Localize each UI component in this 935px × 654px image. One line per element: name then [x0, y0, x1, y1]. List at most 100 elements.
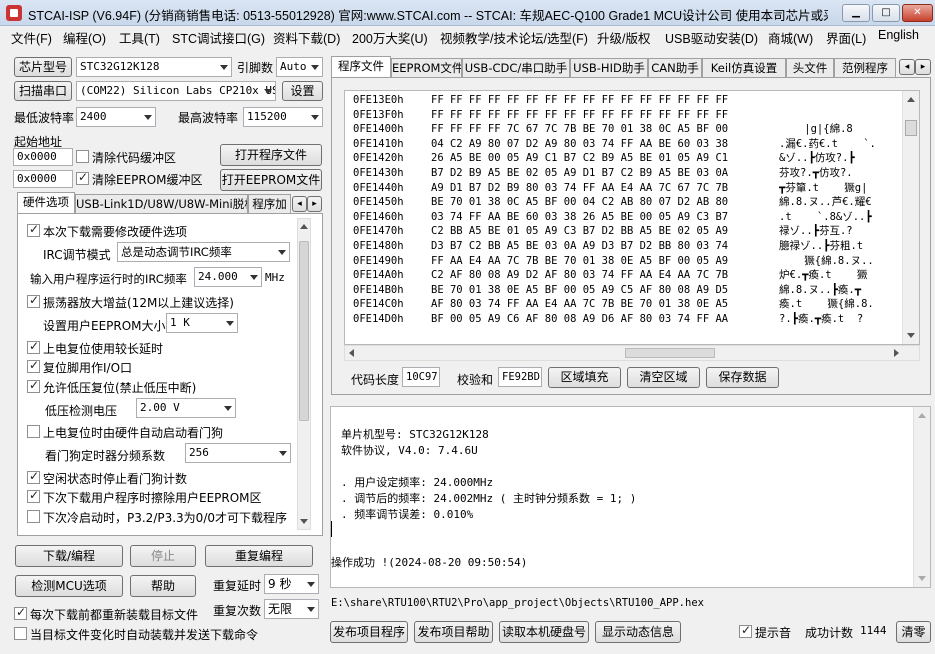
menu-prize[interactable]: 200万大奖(U) [352, 28, 428, 47]
tab-usb-link[interactable]: USB-Link1D/U8W/U8W-Mini脱机 [75, 194, 248, 214]
menu-file[interactable]: 文件(F) [11, 28, 52, 47]
open-eeprom-file-button[interactable]: 打开EEPROM文件 [220, 169, 322, 191]
oscillator-gain-checkbox[interactable] [27, 293, 40, 308]
close-button[interactable]: ✕ [902, 4, 933, 22]
scroll-down-icon[interactable] [300, 519, 308, 524]
hex-view[interactable]: 0FE13E0h FF FF FF FF FF FF FF FF FF FF FF… [344, 90, 920, 345]
modify-hardware-checkbox[interactable] [27, 222, 40, 237]
stop-button[interactable]: 停止 [130, 545, 196, 567]
settings-button[interactable]: 设置 [282, 81, 323, 101]
open-program-file-button[interactable]: 打开程序文件 [220, 144, 322, 166]
eeprom-size-value: 1 K [170, 316, 190, 329]
tab-program-file[interactable]: 程序文件 [331, 56, 391, 78]
publish-project-button[interactable]: 发布项目程序 [330, 621, 408, 643]
hex-row: 0FE13E0h FF FF FF FF FF FF FF FF FF FF FF… [353, 93, 905, 108]
menu-usb-driver[interactable]: USB驱动安装(D) [665, 28, 758, 47]
clear-region-button[interactable]: 清空区域 [627, 367, 700, 388]
tab-can[interactable]: CAN助手 [648, 58, 702, 78]
tab-usb-hid[interactable]: USB-HID助手 [570, 58, 648, 78]
hex-vertical-scrollbar[interactable] [902, 91, 919, 344]
tab-keil-emulation[interactable]: Keil仿真设置 [702, 58, 786, 78]
tab-eeprom-file[interactable]: EEPROM文件 [391, 58, 462, 78]
reload-target-checkbox[interactable] [14, 605, 27, 620]
right-tab-scroll-right-button[interactable]: ▸ [915, 59, 931, 75]
scroll-up-icon[interactable] [907, 97, 915, 102]
eeprom-size-select[interactable]: 1 K [166, 313, 238, 333]
download-program-button[interactable]: 下载/编程 [15, 545, 123, 567]
tab-usb-cdc-serial[interactable]: USB-CDC/串口助手 [462, 58, 570, 78]
hex-hscroll-thumb[interactable] [625, 348, 715, 358]
options-scroll-thumb[interactable] [299, 241, 309, 421]
chip-model-select[interactable]: STC32G12K128 [76, 57, 232, 77]
scroll-right-icon[interactable] [894, 349, 899, 357]
hex-bytes: A9 D1 B7 D2 B9 80 03 74 FF AA E4 AA 7C 6… [431, 181, 729, 194]
right-tab-scroll-left-button[interactable]: ◂ [899, 59, 915, 75]
menu-download[interactable]: 资料下载(D) [273, 28, 340, 47]
scroll-up-icon[interactable] [300, 224, 308, 229]
log-line: . 用户设定频率: 24.000MHz [341, 476, 494, 489]
menu-store[interactable]: 商城(W) [768, 28, 813, 47]
clear-count-button[interactable]: 清零 [896, 621, 931, 643]
minimize-button[interactable]: ▁ [842, 4, 870, 22]
auto-watchdog-checkbox[interactable] [27, 425, 40, 438]
scroll-down-icon[interactable] [918, 576, 926, 581]
repeat-count-select[interactable]: 无限 [264, 599, 319, 619]
clear-eeprom-checkbox[interactable] [76, 170, 89, 185]
irc-mode-select[interactable]: 总是动态调节IRC频率 [117, 242, 290, 262]
menu-program[interactable]: 编程(O) [63, 28, 106, 47]
beep-checkbox[interactable] [739, 623, 752, 638]
tab-program-encrypt[interactable]: 程序加 [248, 194, 291, 214]
min-baud-select[interactable]: 2400 [76, 107, 156, 127]
watchdog-divider-select[interactable]: 256 [185, 443, 291, 463]
menu-video[interactable]: 视频教学/技术论坛/选型(F) [440, 28, 588, 47]
log-vertical-scrollbar[interactable] [913, 407, 930, 587]
tab-example-programs[interactable]: 范例程序 [834, 58, 896, 78]
read-disk-id-button[interactable]: 读取本机硬盘号 [499, 621, 589, 643]
repeat-program-button[interactable]: 重复编程 [205, 545, 313, 567]
save-data-button[interactable]: 保存数据 [706, 367, 779, 388]
menu-english[interactable]: English [878, 28, 919, 42]
chip-model-button[interactable]: 芯片型号 [14, 57, 72, 77]
pins-select[interactable]: Auto [276, 57, 323, 77]
tab-scroll-right-button[interactable]: ▸ [307, 196, 322, 212]
menu-debug[interactable]: STC调试接口(G) [172, 28, 265, 47]
hex-bytes: D3 B7 C2 BB A5 BE 03 0A A9 D3 B7 D2 BB 8… [431, 239, 729, 252]
long-reset-delay-checkbox[interactable] [27, 339, 40, 354]
erase-eeprom-checkbox[interactable] [27, 488, 40, 503]
scroll-left-icon[interactable] [349, 349, 354, 357]
menu-interface[interactable]: 界面(L) [826, 28, 866, 47]
port-select[interactable]: (COM22) Silicon Labs CP210x US [76, 81, 276, 101]
low-voltage-level-select[interactable]: 2.00 V [136, 398, 236, 418]
fill-region-button[interactable]: 区域填充 [548, 367, 621, 388]
log-output[interactable]: 单片机型号: STC32G12K128 软件协议, V4.0: 7.4.6U .… [330, 406, 931, 588]
repeat-delay-select[interactable]: 9 秒 [264, 574, 319, 594]
scan-port-button[interactable]: 扫描串口 [14, 81, 72, 101]
reset-pin-io-checkbox[interactable] [27, 358, 40, 373]
hex-row: 0FE1490h FF AA E4 AA 7C 7B BE 70 01 38 0E… [353, 254, 905, 269]
options-scrollbar[interactable] [297, 218, 311, 530]
tab-scroll-left-button[interactable]: ◂ [292, 196, 307, 212]
check-mcu-options-button[interactable]: 检测MCU选项 [15, 575, 123, 597]
auto-send-checkbox[interactable] [14, 627, 27, 640]
tab-header-files[interactable]: 头文件 [786, 58, 834, 78]
show-dynamic-info-button[interactable]: 显示动态信息 [595, 621, 681, 643]
help-button[interactable]: 帮助 [130, 575, 196, 597]
idle-stop-watchdog-checkbox[interactable] [27, 469, 40, 484]
maximize-button[interactable]: □ [872, 4, 900, 22]
scroll-down-icon[interactable] [907, 333, 915, 338]
scroll-up-icon[interactable] [918, 413, 926, 418]
hex-scroll-thumb[interactable] [905, 120, 917, 136]
eeprom-address-input[interactable]: 0x0000 [13, 170, 73, 188]
menu-tools[interactable]: 工具(T) [119, 28, 160, 47]
tab-hardware-options[interactable]: 硬件选项 [17, 192, 75, 214]
max-baud-select[interactable]: 115200 [243, 107, 323, 127]
clear-code-checkbox[interactable] [76, 150, 89, 163]
p32-p33-download-checkbox[interactable] [27, 510, 40, 523]
hex-horizontal-scrollbar[interactable] [344, 345, 920, 361]
low-voltage-reset-checkbox[interactable] [27, 378, 40, 393]
code-address-input[interactable]: 0x0000 [13, 148, 73, 166]
publish-help-button[interactable]: 发布项目帮助 [414, 621, 493, 643]
irc-frequency-select[interactable]: 24.000 [194, 267, 262, 287]
menu-upgrade[interactable]: 升级/版权 [597, 28, 650, 47]
text-cursor [331, 521, 332, 537]
